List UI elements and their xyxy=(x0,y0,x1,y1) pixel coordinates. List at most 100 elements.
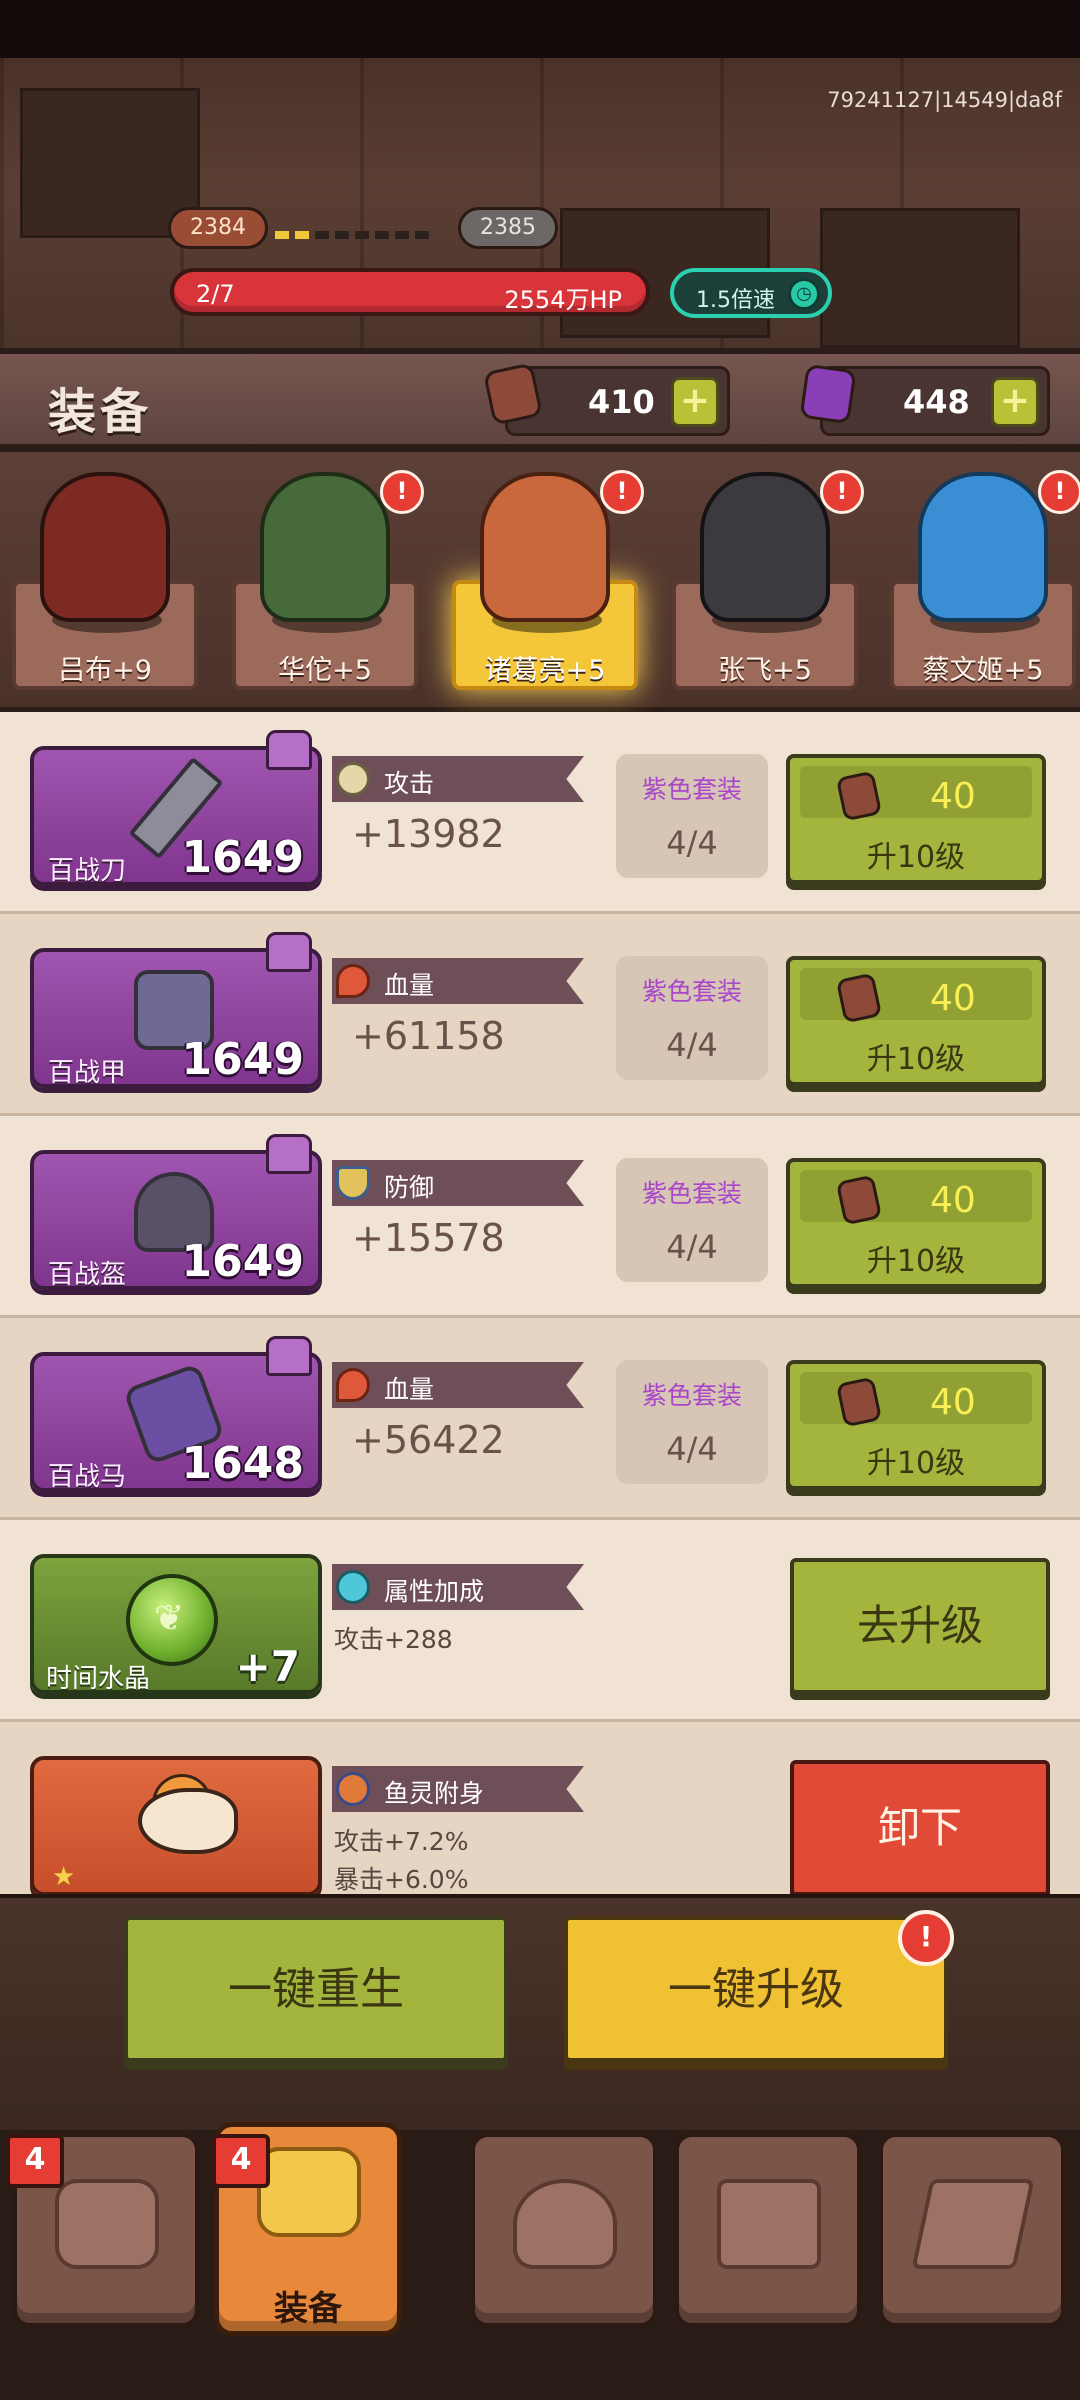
crystal-name: 时间水晶 xyxy=(46,1664,151,1694)
progress-dot xyxy=(295,231,309,239)
fish-spirit-icon xyxy=(336,1772,370,1806)
anvil-icon xyxy=(513,2179,617,2269)
equipment-card[interactable]: 百战马 1648 xyxy=(30,1336,322,1492)
alert-icon: ! xyxy=(898,1910,954,1966)
set-count: 4/4 xyxy=(666,824,718,862)
one-click-rebirth-button[interactable]: 一键重生 xyxy=(124,1916,508,2062)
tab-scroll[interactable] xyxy=(878,2132,1066,2328)
set-name: 紫色套装 xyxy=(641,1179,742,1208)
equipment-list[interactable]: 百战刀 1649 攻击 +13982 紫色套装 4/4 40 升10级 百战甲 … xyxy=(0,712,1080,1894)
crystal-amount: 448 xyxy=(903,383,970,421)
tab-badge: 4 xyxy=(6,2134,64,2188)
hero-name: 蔡文姬+5 xyxy=(922,655,1044,686)
wood-icon xyxy=(835,1174,883,1226)
upgrade-10-button[interactable]: 40 升10级 xyxy=(786,754,1046,884)
wood-icon xyxy=(835,770,883,822)
hero-portrait xyxy=(260,472,390,622)
upgrade-10-button[interactable]: 40 升10级 xyxy=(786,1158,1046,1288)
hero-card-zhugeliang[interactable]: ! 诸葛亮+5 xyxy=(452,452,644,692)
upgrade-label: 升10级 xyxy=(866,1244,966,1279)
crystal-plus: +7 xyxy=(235,1642,300,1691)
equipment-row-horse: 百战马 1648 血量 +56422 紫色套装 4/4 40 升10级 xyxy=(0,1318,1080,1520)
stat-value: +56422 xyxy=(352,1418,505,1462)
bonus-icon xyxy=(336,1570,370,1604)
armor-slot-icon xyxy=(266,932,312,972)
one-click-upgrade-button[interactable]: 一键升级 ! xyxy=(564,1910,954,2062)
wood-icon xyxy=(835,1376,883,1428)
level-progress-dots xyxy=(275,224,455,239)
upgrade-10-button[interactable]: 40 升10级 xyxy=(786,1360,1046,1490)
progress-dot xyxy=(395,231,409,239)
set-count: 4/4 xyxy=(666,1430,718,1468)
equipment-level: 1649 xyxy=(181,1236,304,1287)
stat-tag: 属性加成 xyxy=(332,1564,584,1610)
go-upgrade-button[interactable]: 去升级 xyxy=(790,1558,1050,1694)
wood-icon xyxy=(482,362,544,426)
hero-card-huatuo[interactable]: ! 华佗+5 xyxy=(232,452,424,692)
stat-name: 属性加成 xyxy=(384,1577,485,1606)
set-info: 紫色套装 4/4 xyxy=(616,754,768,878)
upgrade-cost: 40 xyxy=(930,1382,976,1423)
tab-badge: 4 xyxy=(212,2134,270,2188)
set-count: 4/4 xyxy=(666,1228,718,1266)
cost-strip: 40 xyxy=(800,1170,1032,1226)
set-info: 紫色套装 4/4 xyxy=(616,1360,768,1484)
shield-icon xyxy=(336,1166,370,1200)
speed-button[interactable]: 1.5倍速 ◷ xyxy=(670,268,832,318)
tab-chest[interactable] xyxy=(674,2132,862,2328)
boss-hp-bar: 2/7 2554万HP xyxy=(170,268,650,316)
hero-name: 吕布+9 xyxy=(58,655,152,686)
crystal-icon xyxy=(799,363,857,425)
fish-icon xyxy=(138,1788,238,1854)
add-crystal-button[interactable]: + xyxy=(991,377,1039,427)
fish-bonus-crit: 暴击+6.0% xyxy=(334,1865,469,1894)
hero-name: 华佗+5 xyxy=(278,655,372,686)
progress-dot xyxy=(375,231,389,239)
equipment-card[interactable]: 百战甲 1649 xyxy=(30,932,322,1088)
equipment-card[interactable]: 百战盔 1649 xyxy=(30,1134,322,1290)
fish-spirit-card[interactable]: ★ xyxy=(30,1756,322,1894)
star-icon: ★ xyxy=(52,1862,76,1892)
hero-card-lubu[interactable]: 吕布+9 xyxy=(12,452,198,692)
tab-label: 装备 xyxy=(274,2289,342,2329)
time-crystal-card[interactable]: ❦ 时间水晶 +7 xyxy=(30,1554,322,1694)
speed-label: 1.5倍速 xyxy=(696,288,775,313)
set-name: 紫色套装 xyxy=(641,775,742,804)
equipment-card[interactable]: 百战刀 1649 xyxy=(30,730,322,886)
add-wood-button[interactable]: + xyxy=(671,377,719,427)
equipment-level: 1649 xyxy=(181,832,304,883)
hero-head-icon xyxy=(55,2179,159,2269)
build-id: 79241127|14549|da8f xyxy=(827,88,1062,112)
next-level-pill: 2385 xyxy=(458,207,558,249)
cost-strip: 40 xyxy=(800,968,1032,1024)
upgrade-10-button[interactable]: 40 升10级 xyxy=(786,956,1046,1086)
fish-spirit-row: ★ 鱼灵附身 攻击+7.2% 暴击+6.0% 卸下 xyxy=(0,1722,1080,1894)
armor-slot-icon xyxy=(266,1134,312,1174)
progress-dot xyxy=(275,231,289,239)
alert-icon: ! xyxy=(380,470,424,514)
equipment-level: 1648 xyxy=(181,1438,304,1489)
upgrade-label: 升10级 xyxy=(866,1042,966,1077)
tab-smith[interactable] xyxy=(470,2132,658,2328)
hero-card-zhangfei[interactable]: ! 张飞+5 xyxy=(672,452,864,692)
leaf-icon: ❦ xyxy=(154,1598,185,1639)
unequip-button[interactable]: 卸下 xyxy=(790,1760,1050,1894)
current-level-pill: 2384 xyxy=(168,207,268,249)
equipment-row-helmet: 百战盔 1649 防御 +15578 紫色套装 4/4 40 升10级 xyxy=(0,1116,1080,1318)
equipment-name: 百战盔 xyxy=(48,1260,127,1290)
stat-name: 鱼灵附身 xyxy=(384,1779,485,1808)
upgrade-cost: 40 xyxy=(930,776,976,817)
bonus-value: 攻击+288 xyxy=(334,1625,453,1654)
cost-strip: 40 xyxy=(800,1372,1032,1428)
stat-name: 血量 xyxy=(384,1375,435,1404)
progress-dot xyxy=(335,231,349,239)
scroll-icon xyxy=(911,2179,1035,2269)
armor-icon xyxy=(257,2147,361,2237)
chest-icon xyxy=(717,2179,821,2269)
stat-value: +15578 xyxy=(352,1216,505,1260)
hero-card-caiwenji[interactable]: ! 蔡文姬+5 xyxy=(890,452,1080,692)
stat-tag: 血量 xyxy=(332,958,584,1004)
stat-name: 防御 xyxy=(384,1173,435,1202)
fish-bonus-attack: 攻击+7.2% xyxy=(334,1827,469,1856)
wood-amount: 410 xyxy=(588,383,655,421)
